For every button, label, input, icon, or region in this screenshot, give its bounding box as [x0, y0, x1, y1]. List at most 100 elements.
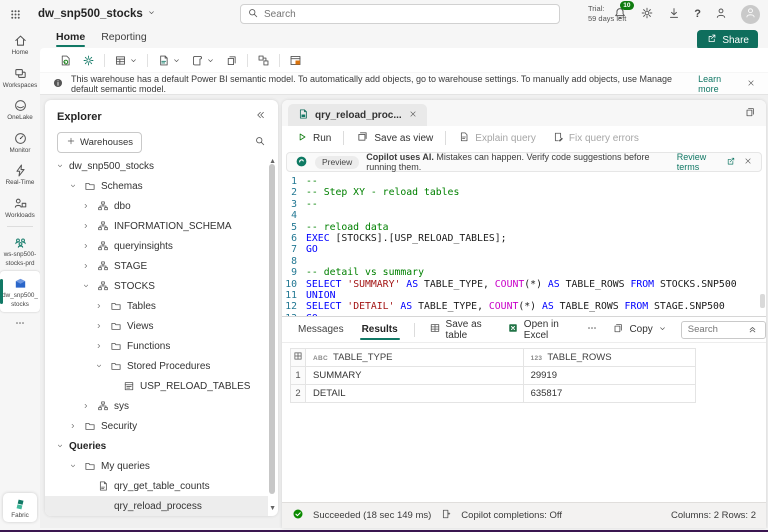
nav-workloads[interactable]: Workloads	[0, 191, 40, 224]
doc-refresh-button[interactable]	[59, 54, 72, 67]
copilot-banner-close-icon[interactable]	[743, 156, 753, 168]
duplicate-tab-icon[interactable]	[744, 106, 756, 121]
script-button[interactable]	[191, 54, 215, 67]
tree-item-queries[interactable]: Queries	[45, 436, 268, 456]
close-tab-icon[interactable]	[408, 109, 418, 122]
tab-home[interactable]: Home	[48, 29, 93, 47]
share-button[interactable]: Share	[697, 30, 758, 50]
nav-onelake[interactable]: OneLake	[0, 93, 40, 126]
editor-scrollbar[interactable]	[760, 294, 765, 308]
tree-item-usp-reload-tables[interactable]: USP_RELOAD_TABLES	[45, 376, 268, 396]
chevron-right-icon[interactable]	[94, 302, 104, 310]
nav-more-button[interactable]	[0, 312, 40, 333]
row-number: 1	[291, 367, 306, 385]
copy-pages-button[interactable]	[225, 54, 238, 67]
chevron-right-icon[interactable]	[68, 422, 78, 430]
tab-reporting[interactable]: Reporting	[93, 29, 155, 47]
help-button[interactable]: ?	[694, 8, 701, 20]
save-as-view-button[interactable]: Save as view	[352, 128, 437, 148]
chevron-down-icon[interactable]	[55, 442, 65, 450]
chevron-right-icon[interactable]	[81, 222, 91, 230]
chevron-down-icon[interactable]	[68, 462, 78, 470]
chevron-right-icon[interactable]	[81, 242, 91, 250]
tree-item-queryinsights[interactable]: queryinsights	[45, 236, 268, 256]
results-overflow-button[interactable]	[586, 322, 598, 337]
open-in-excel-button[interactable]: Open in Excel	[507, 319, 573, 341]
tree-item-views[interactable]: Views	[45, 316, 268, 336]
settings-button[interactable]	[640, 6, 654, 23]
tree-item-functions[interactable]: Functions	[45, 336, 268, 356]
tree-item-sys[interactable]: sys	[45, 396, 268, 416]
chevron-right-icon[interactable]	[94, 322, 104, 330]
chevron-right-icon[interactable]	[94, 342, 104, 350]
tree-item-stage[interactable]: STAGE	[45, 256, 268, 276]
collapse-results-icon[interactable]	[747, 323, 758, 337]
tree-item-security[interactable]: Security	[45, 416, 268, 436]
open-window-button[interactable]	[289, 54, 302, 67]
review-terms-link[interactable]: Review terms	[677, 152, 736, 172]
tree-item-schemas[interactable]: Schemas	[45, 176, 268, 196]
learn-more-link[interactable]: Learn more	[698, 74, 739, 94]
tree-item-dbo[interactable]: dbo	[45, 196, 268, 216]
nav-ws-snp500-stocks-prd[interactable]: ws-snp500-stocks-prd	[0, 230, 40, 271]
fix-query-errors-button[interactable]: Fix query errors	[548, 129, 643, 148]
tree-item-qry-get-table-counts[interactable]: qry_get_table_counts	[45, 476, 268, 496]
schema-icon	[95, 280, 110, 292]
tab-messages[interactable]: Messages	[296, 319, 346, 340]
explorer-search-icon[interactable]	[254, 135, 266, 150]
workspaces-icon	[13, 66, 28, 81]
global-search-input[interactable]	[264, 9, 553, 20]
fabric-home-button[interactable]: Fabric	[3, 493, 37, 522]
tab-results[interactable]: Results	[360, 319, 400, 340]
tree-item-my-queries[interactable]: My queries	[45, 456, 268, 476]
table-row[interactable]: 2DETAIL635817	[291, 385, 696, 403]
tree-item-tables[interactable]: Tables	[45, 296, 268, 316]
explain-query-button[interactable]: Explain query	[454, 129, 540, 148]
chevron-down-icon[interactable]	[68, 182, 78, 190]
banner-close-icon[interactable]	[746, 78, 756, 90]
script-icon	[191, 54, 204, 67]
nav-real-time[interactable]: Real-Time	[0, 158, 40, 191]
explorer-scrollbar[interactable]	[269, 158, 276, 500]
add-warehouses-button[interactable]: Warehouses	[57, 132, 142, 153]
column-header-table_rows[interactable]: 123TABLE_ROWS	[523, 349, 695, 367]
feedback-button[interactable]	[714, 6, 728, 23]
scroll-up-icon[interactable]: ▲	[269, 158, 276, 165]
download-button[interactable]	[667, 6, 681, 23]
account-avatar[interactable]	[741, 5, 760, 24]
tree-item-qry-reload-process[interactable]: qry_reload_process	[45, 496, 268, 516]
chevron-down-icon[interactable]	[55, 162, 65, 170]
notifications-button[interactable]: 10	[613, 6, 627, 23]
new-sql-query-button[interactable]	[157, 54, 181, 67]
nav-label: stocks	[11, 301, 29, 309]
new-table-button[interactable]	[114, 54, 138, 67]
settings-gear-teal-button[interactable]	[82, 54, 95, 67]
collapse-explorer-icon[interactable]	[254, 109, 266, 124]
nav-workspaces[interactable]: Workspaces	[0, 61, 40, 94]
copy-button[interactable]: Copy	[612, 322, 666, 337]
chevron-down-icon[interactable]	[81, 282, 91, 290]
model-layout-button[interactable]	[257, 54, 270, 67]
tree-item-information-schema[interactable]: INFORMATION_SCHEMA	[45, 216, 268, 236]
app-launcher-icon[interactable]	[0, 8, 30, 21]
tree-item-dw-snp500-stocks[interactable]: dw_snp500_stocks	[45, 156, 268, 176]
tree-item-stored-procedures[interactable]: Stored Procedures	[45, 356, 268, 376]
code-line: 9-- detail vs summary	[282, 267, 766, 278]
query-tab[interactable]: qry_reload_proc...	[288, 104, 427, 126]
chevron-right-icon[interactable]	[81, 262, 91, 270]
table-row[interactable]: 1SUMMARY29919	[291, 367, 696, 385]
chevron-right-icon[interactable]	[81, 202, 91, 210]
scroll-down-icon[interactable]: ▼	[269, 505, 276, 512]
column-header-table_type[interactable]: ABCTABLE_TYPE	[306, 349, 524, 367]
nav-dw-snp500-stocks[interactable]: dw_snp500_stocks	[0, 271, 40, 312]
nav-monitor[interactable]: Monitor	[0, 126, 40, 159]
save-as-table-button[interactable]: Save as table	[429, 319, 493, 341]
run-button[interactable]: Run	[292, 129, 335, 148]
item-title-menu[interactable]: dw_snp500_stocks	[38, 8, 156, 20]
chevron-right-icon[interactable]	[81, 402, 91, 410]
sql-code-editor[interactable]: 1--2-- Step XY - reload tables3--45-- re…	[282, 174, 766, 316]
nav-home[interactable]: Home	[0, 28, 40, 61]
tree-item-stocks[interactable]: STOCKS	[45, 276, 268, 296]
global-search[interactable]	[240, 4, 560, 24]
chevron-down-icon[interactable]	[94, 362, 104, 370]
